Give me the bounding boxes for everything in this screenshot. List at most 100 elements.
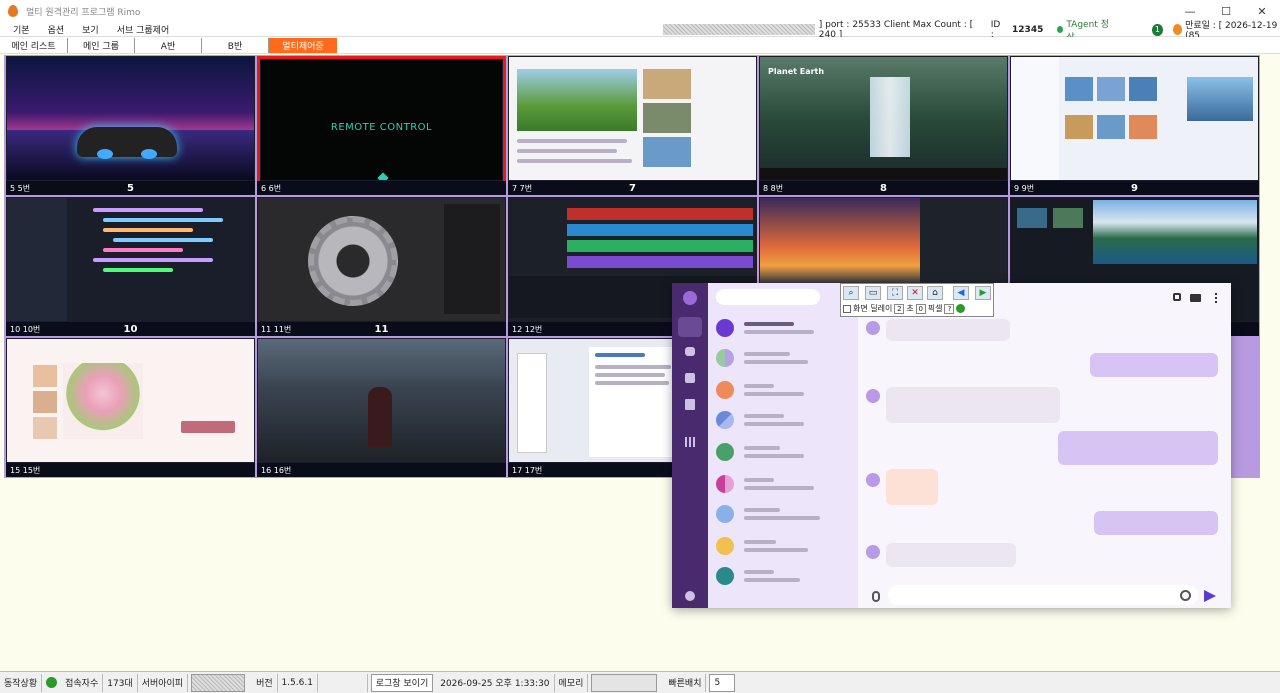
apps-nav-icon[interactable]	[685, 437, 695, 447]
monitor-icon[interactable]: ▭	[865, 286, 881, 300]
close-icon[interactable]: ✕	[907, 286, 923, 300]
avatar	[866, 473, 880, 487]
home-icon[interactable]: ⌂	[927, 286, 943, 300]
right-arrow-icon[interactable]: ▶	[975, 286, 991, 300]
client-tile-15[interactable]: 15 15번	[6, 338, 255, 477]
video-icon[interactable]	[1190, 294, 1201, 302]
screen-delay-label: 화면 딜레이	[853, 304, 893, 313]
left-arrow-icon[interactable]: ◀	[953, 286, 969, 300]
id-value: 12345	[1012, 24, 1044, 35]
memory-label: 메모리	[555, 673, 589, 692]
client-tile-9[interactable]: 9 9번 9	[1010, 56, 1259, 195]
client-tile-8[interactable]: Planet Earth 8 8번 8	[759, 56, 1008, 195]
quick-spinner[interactable]: 5	[709, 673, 736, 692]
delay-spinner[interactable]: 2	[894, 303, 905, 314]
datetime: 2026-09-25 오후 1:33:30	[436, 673, 555, 692]
list-item[interactable]	[716, 475, 734, 493]
avatar	[866, 545, 880, 559]
tab-multi-control[interactable]: 멀티제어중	[269, 37, 337, 53]
emoji-icon[interactable]	[1180, 590, 1191, 601]
agent-status-dot-icon	[1057, 26, 1064, 33]
list-item[interactable]	[716, 349, 734, 367]
list-item[interactable]	[716, 319, 734, 337]
state-label: 동작상황	[0, 673, 43, 692]
menu-bar: 기본 옵션 보기 서브 그룹제어 ] port : 25533 Client M…	[0, 20, 1280, 43]
client-tile-16[interactable]: 16 16번	[257, 338, 506, 477]
tile-number: 10	[123, 323, 138, 335]
tile-screen	[258, 198, 505, 321]
message-bubble	[886, 387, 1060, 423]
more-icon[interactable]	[1215, 293, 1217, 303]
settings-nav-icon[interactable]	[685, 591, 695, 601]
notify-badge[interactable]: 1	[1152, 23, 1163, 36]
message-bubble	[886, 319, 1010, 341]
client-tile-10[interactable]: 10 10번 10	[6, 197, 255, 336]
client-tile-6[interactable]: REMOTE CONTROL 6 6번	[257, 56, 506, 195]
client-tile-5[interactable]: 5 5번 5	[6, 56, 255, 195]
menu-view[interactable]: 보기	[73, 23, 108, 36]
calendar-nav-icon[interactable]	[685, 373, 695, 383]
list-item[interactable]	[716, 537, 734, 555]
attach-icon[interactable]	[872, 591, 880, 602]
app-logo-icon	[8, 5, 18, 17]
remote-toolbar: ⌕ ▭ ⛶ ⌂ ✕ ◀ ▶ 화면 딜레이 2 초 0 픽셀 ?	[840, 283, 994, 317]
tile-screen: Planet Earth	[760, 57, 1007, 180]
pixel-spinner[interactable]: 0	[915, 303, 926, 314]
video-title: Planet Earth	[768, 67, 825, 76]
remote-control-text: REMOTE CONTROL	[330, 122, 433, 133]
masked-field	[663, 24, 815, 35]
phone-icon[interactable]	[1173, 293, 1181, 301]
client-tile-7[interactable]: 7 7번 7	[508, 56, 757, 195]
message-bubble	[886, 543, 1016, 567]
profile-avatar[interactable]	[683, 291, 697, 305]
status-bar: 동작상황 접속자수 173대 서버아이피 버전 1.5.6.1 로그창 보이기 …	[0, 671, 1280, 693]
people-nav-icon[interactable]	[685, 347, 695, 356]
seconds-label: 초	[906, 304, 914, 313]
list-item[interactable]	[716, 381, 734, 399]
list-item[interactable]	[716, 443, 734, 461]
menu-options[interactable]: 옵션	[39, 23, 74, 36]
conn-label: 접속자수	[61, 673, 104, 692]
tab-main-list[interactable]: 메인 리스트	[0, 37, 68, 53]
tile-label: 6 6번	[261, 183, 282, 193]
list-item[interactable]	[716, 505, 734, 523]
state-ok-icon	[46, 677, 58, 688]
tile-number: 11	[374, 323, 389, 335]
memory-value	[591, 673, 658, 692]
app-rail	[672, 283, 708, 608]
conversation-list	[708, 283, 858, 608]
tile-screen	[509, 57, 756, 180]
remote-client-window[interactable]	[672, 283, 1231, 608]
tile-number: 8	[880, 182, 887, 194]
tab-class-a[interactable]: A반	[135, 37, 202, 53]
fit-icon[interactable]: ⛶	[887, 286, 903, 300]
list-item[interactable]	[716, 411, 734, 429]
search-input[interactable]	[716, 289, 820, 305]
menu-basic[interactable]: 기본	[4, 23, 39, 36]
menu-subgroup[interactable]: 서브 그룹제어	[108, 23, 179, 36]
tile-number: 9	[1131, 182, 1138, 194]
help-button[interactable]: ?	[944, 303, 955, 314]
tab-main-group[interactable]: 메인 그룹	[68, 37, 135, 53]
server-ip-value	[191, 673, 246, 692]
send-icon[interactable]	[1204, 590, 1216, 602]
list-item[interactable]	[716, 567, 734, 585]
tile-number: 5	[127, 182, 134, 194]
show-log-button[interactable]: 로그창 보이기	[370, 673, 434, 692]
rss-icon[interactable]	[1172, 24, 1183, 35]
client-tile-11[interactable]: 11 11번 11	[257, 197, 506, 336]
tile-label: 17 17번	[512, 465, 543, 475]
message-bubble	[1090, 353, 1218, 377]
chat-nav-icon[interactable]	[678, 317, 702, 337]
version-value: 1.5.6.1	[278, 673, 318, 692]
tile-screen	[1011, 57, 1258, 180]
tile-label: 16 16번	[261, 465, 292, 475]
delay-checkbox[interactable]	[843, 304, 851, 313]
message-bubble	[1094, 511, 1218, 535]
tab-class-b[interactable]: B반	[202, 37, 269, 53]
avatar	[866, 321, 880, 335]
confirm-icon[interactable]	[956, 304, 966, 313]
notes-nav-icon[interactable]	[685, 399, 695, 410]
message-input[interactable]	[888, 585, 1198, 605]
zoom-icon[interactable]: ⌕	[843, 286, 859, 300]
